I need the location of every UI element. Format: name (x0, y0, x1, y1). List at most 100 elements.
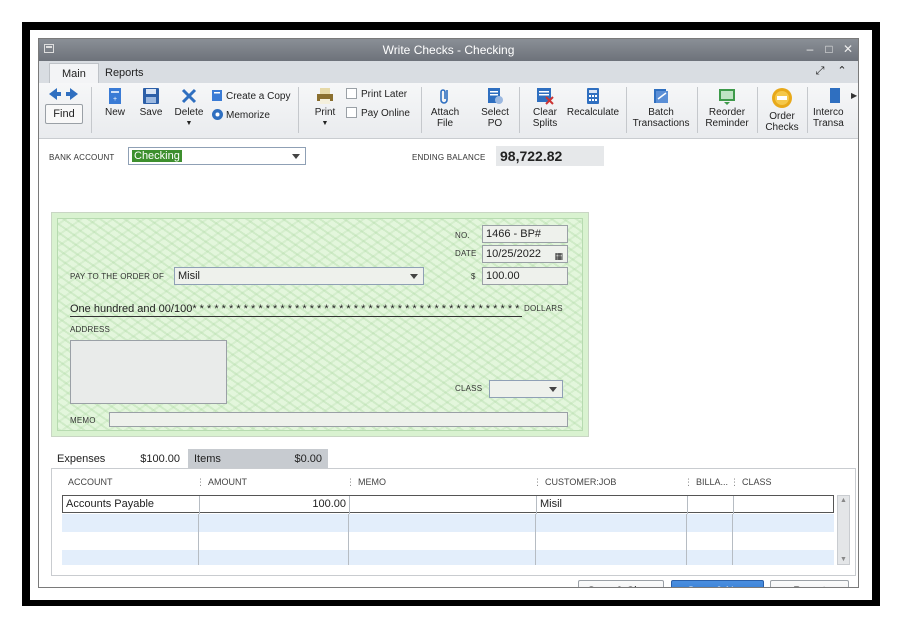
column-header-billable[interactable]: ⋮ BILLA... (684, 477, 728, 488)
print-later-box[interactable] (346, 88, 357, 99)
pay-online-box[interactable] (346, 107, 357, 118)
cell-customer-job[interactable]: Misil (537, 496, 688, 514)
tab-items[interactable]: Items $0.00 (188, 449, 328, 469)
order-checks-icon (772, 88, 792, 108)
batch-transactions-button[interactable]: Batch Transactions (631, 87, 691, 129)
cell-memo[interactable] (350, 496, 537, 514)
save-button[interactable]: Save (137, 87, 165, 118)
cell-amount[interactable] (199, 514, 349, 532)
scroll-up-icon[interactable]: ▲ (840, 497, 847, 504)
toolbar-separator (697, 87, 698, 133)
ending-balance-label: ENDING BALANCE (412, 153, 486, 162)
window-title: Write Checks - Checking (382, 43, 515, 57)
expand-icon[interactable]: ⤢ (813, 64, 827, 78)
cell-customer-job[interactable] (536, 550, 687, 565)
check-number-field[interactable]: 1466 - BP# (482, 225, 568, 243)
column-header-amount[interactable]: ⋮ AMOUNT (196, 477, 247, 488)
memo-field[interactable] (109, 412, 568, 427)
save-close-button[interactable]: Save & Close (578, 580, 664, 587)
date-label: DATE (455, 249, 477, 258)
tab-reports[interactable]: Reports (93, 63, 156, 83)
calendar-icon[interactable]: ▦ (554, 248, 563, 264)
column-header-label: AMOUNT (208, 477, 247, 487)
close-icon[interactable]: ✕ (840, 41, 856, 57)
table-row[interactable]: Accounts Payable 100.00 Misil (62, 495, 834, 514)
table-row[interactable] (62, 550, 834, 565)
chevron-down-icon (410, 274, 418, 279)
cell-account[interactable] (62, 514, 199, 532)
print-later-checkbox[interactable]: Print Later (346, 88, 407, 100)
cell-customer-job[interactable] (536, 514, 687, 532)
column-header-account[interactable]: ACCOUNT (68, 477, 113, 487)
reorder-reminder-button[interactable]: Reorder Reminder (703, 87, 751, 129)
cell-memo[interactable] (349, 532, 536, 550)
create-copy-button[interactable]: Create a Copy (211, 89, 290, 102)
cell-customer-job[interactable] (536, 532, 687, 550)
find-button[interactable]: Find (45, 104, 83, 124)
copy-icon (212, 90, 222, 101)
revert-button[interactable]: Revert (770, 580, 849, 587)
cell-memo[interactable] (349, 550, 536, 565)
cell-billable[interactable] (688, 496, 734, 514)
toolbar-separator (421, 87, 422, 133)
address-field[interactable] (70, 340, 227, 404)
table-row[interactable] (62, 514, 834, 532)
recalculate-button[interactable]: Recalculate (565, 87, 621, 118)
column-header-class[interactable]: ⋮ CLASS (730, 477, 772, 488)
intercompany-button[interactable]: Interco Transa (811, 87, 851, 129)
date-field[interactable]: 10/25/2022 ▦ (482, 245, 568, 263)
paperclip-icon (440, 89, 448, 104)
cell-memo[interactable] (349, 514, 536, 532)
print-dropdown-icon[interactable]: ▼ (311, 118, 339, 129)
scroll-down-icon[interactable]: ▼ (840, 556, 847, 563)
write-checks-window: Write Checks - Checking – □ ✕ Main Repor… (38, 38, 859, 588)
clear-splits-icon (537, 88, 554, 105)
expenses-amount: $100.00 (140, 453, 180, 465)
cell-billable[interactable] (687, 550, 733, 565)
bank-account-dropdown[interactable]: Checking (128, 147, 306, 165)
cell-class[interactable] (734, 496, 833, 514)
cell-amount[interactable]: 100.00 (200, 496, 350, 514)
attach-file-button[interactable]: Attach File (427, 87, 463, 129)
cell-billable[interactable] (687, 514, 733, 532)
clear-splits-button[interactable]: Clear Splits (527, 87, 563, 129)
cell-amount[interactable] (199, 550, 349, 565)
check-face: NO. 1466 - BP# DATE 10/25/2022 ▦ PAY TO … (51, 212, 589, 437)
amount-field[interactable]: 100.00 (482, 267, 568, 285)
pay-to-label: PAY TO THE ORDER OF (70, 272, 165, 281)
print-button[interactable]: Print ▼ (311, 87, 339, 129)
cell-account[interactable]: Accounts Payable (63, 496, 200, 514)
collapse-ribbon-icon[interactable]: ⌃ (835, 64, 849, 78)
reorder-reminder-icon (719, 89, 735, 105)
pay-online-checkbox[interactable]: Pay Online (346, 107, 410, 119)
delete-button[interactable]: Delete ▼ (173, 87, 205, 129)
cell-account[interactable] (62, 550, 199, 565)
next-arrow-icon[interactable] (66, 88, 78, 100)
save-new-button[interactable]: Save & New (671, 580, 764, 587)
toolbar-separator (626, 87, 627, 133)
tab-main[interactable]: Main (49, 63, 99, 83)
order-checks-button[interactable]: Order Checks (761, 87, 803, 133)
new-button[interactable]: + New (101, 87, 129, 118)
expenses-label: Expenses (57, 453, 106, 465)
minimize-icon[interactable]: – (802, 41, 818, 57)
class-dropdown[interactable] (489, 380, 563, 398)
new-document-icon: + (109, 88, 121, 104)
select-po-button[interactable]: Select PO (477, 87, 513, 129)
maximize-icon[interactable]: □ (821, 41, 837, 57)
memorize-button[interactable]: Memorize (211, 108, 270, 121)
toolbar-scroll-right-icon[interactable]: ▶ (851, 91, 857, 100)
previous-arrow-icon[interactable] (49, 88, 61, 100)
cell-billable[interactable] (687, 532, 733, 550)
column-header-customer-job[interactable]: ⋮ CUSTOMER:JOB (533, 477, 616, 488)
tab-expenses[interactable]: Expenses $100.00 (51, 449, 186, 469)
table-row[interactable] (62, 532, 834, 550)
memo-label: MEMO (70, 416, 96, 425)
svg-text:+: + (113, 96, 117, 103)
delete-dropdown-icon[interactable]: ▼ (173, 118, 205, 129)
grid-scrollbar[interactable]: ▲ ▼ (837, 495, 850, 565)
cell-amount[interactable] (199, 532, 349, 550)
column-header-memo[interactable]: ⋮ MEMO (346, 477, 386, 488)
pay-to-dropdown[interactable]: Misil (174, 267, 424, 285)
cell-account[interactable] (62, 532, 199, 550)
